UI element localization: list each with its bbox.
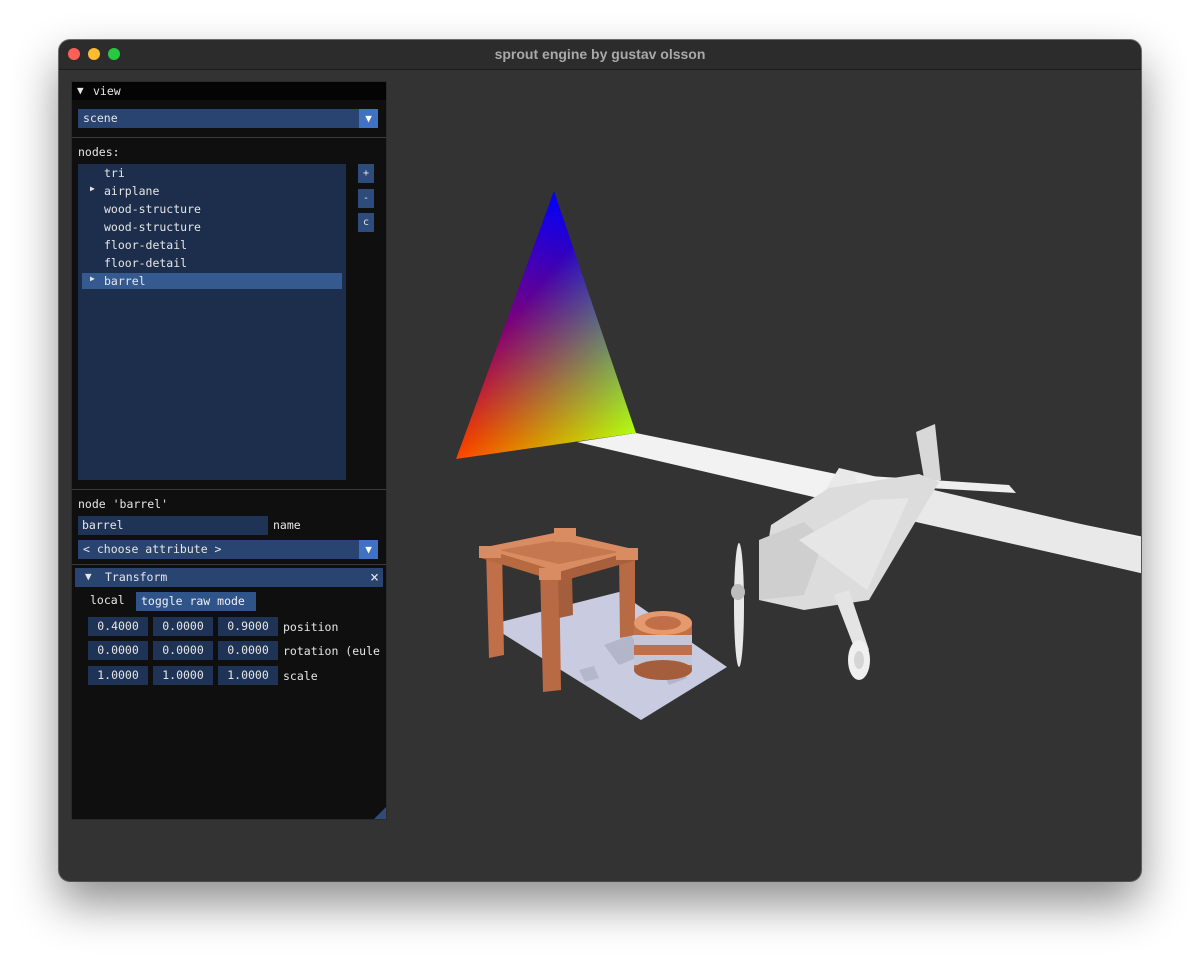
position-x-field[interactable]: 0.4000	[88, 617, 148, 636]
resize-grip[interactable]	[374, 807, 386, 819]
node-name-field[interactable]: barrel	[78, 516, 268, 535]
list-item[interactable]: floor-detail	[82, 237, 342, 253]
nodes-list[interactable]: tri ▶ airplane wood-structure wood-struc…	[78, 164, 346, 480]
divider	[72, 489, 386, 490]
title-bar: sprout engine by gustav olsson	[59, 40, 1141, 70]
nodes-label: nodes:	[78, 145, 120, 159]
attribute-combo[interactable]: < choose attribute > ▼	[78, 540, 378, 559]
triangle-down-icon: ▼	[85, 570, 92, 583]
rotation-z-field[interactable]: 0.0000	[218, 641, 278, 660]
list-item-selected[interactable]: ▶ barrel	[82, 273, 342, 289]
divider	[72, 137, 386, 138]
chevron-down-icon[interactable]: ▼	[359, 109, 378, 128]
scale-label: scale	[283, 669, 318, 683]
node-title: node 'barrel'	[78, 497, 169, 511]
node-label: barrel	[104, 274, 146, 288]
node-name-value: barrel	[82, 518, 124, 532]
copy-node-button[interactable]: c	[358, 213, 374, 232]
close-icon[interactable]: ×	[370, 568, 379, 586]
list-item[interactable]: wood-structure	[82, 219, 342, 235]
add-node-button[interactable]: +	[358, 164, 374, 183]
position-z-field[interactable]: 0.9000	[218, 617, 278, 636]
app-window: sprout engine by gustav olsson ▼ view sc…	[59, 40, 1141, 881]
chevron-down-icon[interactable]: ▼	[359, 540, 378, 559]
attribute-combo-value: < choose attribute >	[83, 542, 222, 556]
scale-y-field[interactable]: 1.0000	[153, 666, 213, 685]
rotation-y-field[interactable]: 0.0000	[153, 641, 213, 660]
rotation-x-field[interactable]: 0.0000	[88, 641, 148, 660]
view-panel-header[interactable]: ▼ view	[72, 82, 386, 100]
window-title: sprout engine by gustav olsson	[494, 46, 706, 62]
toggle-raw-mode-button[interactable]: toggle raw mode	[136, 592, 256, 611]
position-y-field[interactable]: 0.0000	[153, 617, 213, 636]
node-label: tri	[104, 166, 125, 180]
triangle-right-icon[interactable]: ▶	[90, 274, 95, 283]
divider	[72, 564, 386, 565]
list-item[interactable]: tri	[82, 165, 342, 181]
remove-node-button[interactable]: -	[358, 189, 374, 208]
scale-z-field[interactable]: 1.0000	[218, 666, 278, 685]
transform-title: Transform	[105, 570, 168, 584]
toggle-raw-mode-label: toggle raw mode	[141, 594, 245, 608]
name-label: name	[273, 518, 301, 532]
node-label: wood-structure	[104, 220, 201, 234]
node-label: floor-detail	[104, 256, 188, 270]
list-item[interactable]: wood-structure	[82, 201, 342, 217]
transform-mode-label: local	[90, 593, 125, 607]
list-item[interactable]: floor-detail	[82, 255, 342, 271]
scale-x-field[interactable]: 1.0000	[88, 666, 148, 685]
node-label: airplane	[104, 184, 160, 198]
triangle-right-icon[interactable]: ▶	[90, 184, 95, 193]
barrel-model	[634, 611, 692, 680]
position-label: position	[283, 620, 339, 634]
tri-model	[456, 191, 636, 459]
triangle-down-icon: ▼	[77, 84, 84, 97]
node-label: wood-structure	[104, 202, 201, 216]
transform-header[interactable]: ▼ Transform ×	[75, 568, 383, 587]
view-mode-combo[interactable]: scene ▼	[78, 109, 378, 128]
rotation-label: rotation (eule	[283, 644, 380, 658]
list-item[interactable]: ▶ airplane	[82, 183, 342, 199]
view-panel-title: view	[93, 84, 121, 98]
view-panel: ▼ view scene ▼ nodes: tri ▶ airplane woo…	[71, 81, 387, 820]
view-mode-value: scene	[83, 111, 118, 125]
node-label: floor-detail	[104, 238, 188, 252]
